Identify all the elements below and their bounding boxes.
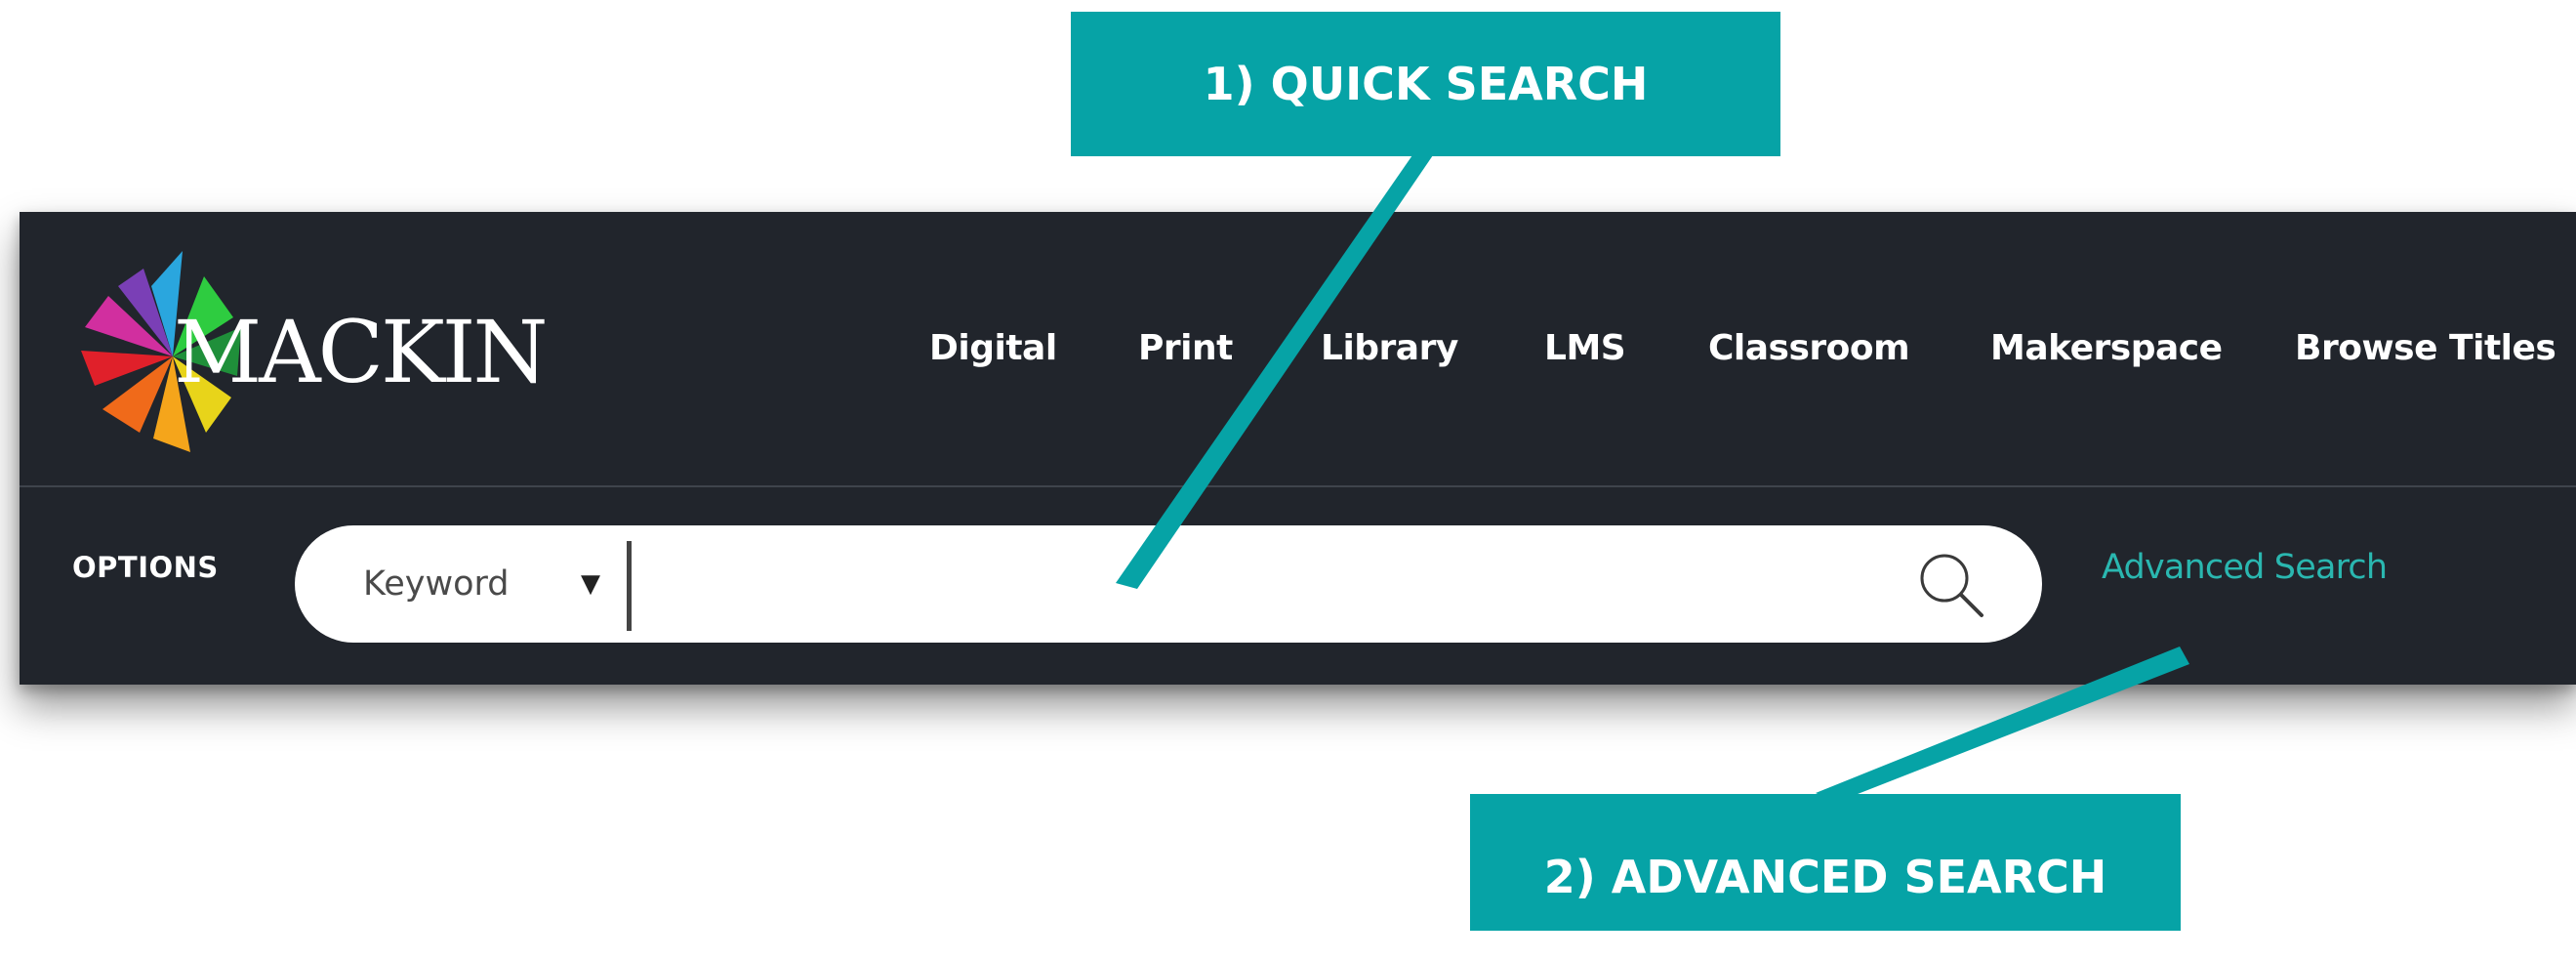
nav-item-lms[interactable]: LMS (1544, 212, 1626, 485)
search-divider (627, 541, 632, 631)
nav-item-digital[interactable]: Digital (929, 212, 1057, 485)
site-header: MACKIN Digital Print Library LMS Classro… (20, 212, 2576, 685)
options-button[interactable]: OPTIONS (72, 487, 219, 647)
top-nav-bar: MACKIN Digital Print Library LMS Classro… (20, 212, 2576, 487)
search-type-selected: Keyword (363, 564, 510, 604)
nav-item-makerspace[interactable]: Makerspace (1990, 212, 2223, 485)
dropdown-arrow-icon: ▼ (581, 569, 600, 599)
nav-item-classroom[interactable]: Classroom (1708, 212, 1910, 485)
advanced-search-callout: 2) ADVANCED SEARCH (1470, 794, 2181, 931)
nav-item-print[interactable]: Print (1138, 212, 1233, 485)
advanced-search-link[interactable]: Advanced Search (2102, 487, 2388, 647)
quick-search-callout: 1) QUICK SEARCH (1071, 12, 1780, 156)
search-type-dropdown[interactable]: Keyword ▼ (295, 525, 622, 643)
search-icon[interactable] (1915, 549, 1987, 621)
quick-search-input[interactable] (646, 537, 1870, 633)
nav-item-library[interactable]: Library (1321, 212, 1458, 485)
nav-item-browse-titles[interactable]: Browse Titles (2295, 212, 2556, 485)
logo-wordmark: MACKIN (174, 302, 548, 402)
mackin-logo[interactable]: MACKIN (61, 249, 549, 464)
search-bar-row: OPTIONS Keyword ▼ Advanced Search (20, 487, 2576, 685)
search-box: Keyword ▼ (295, 525, 2042, 643)
